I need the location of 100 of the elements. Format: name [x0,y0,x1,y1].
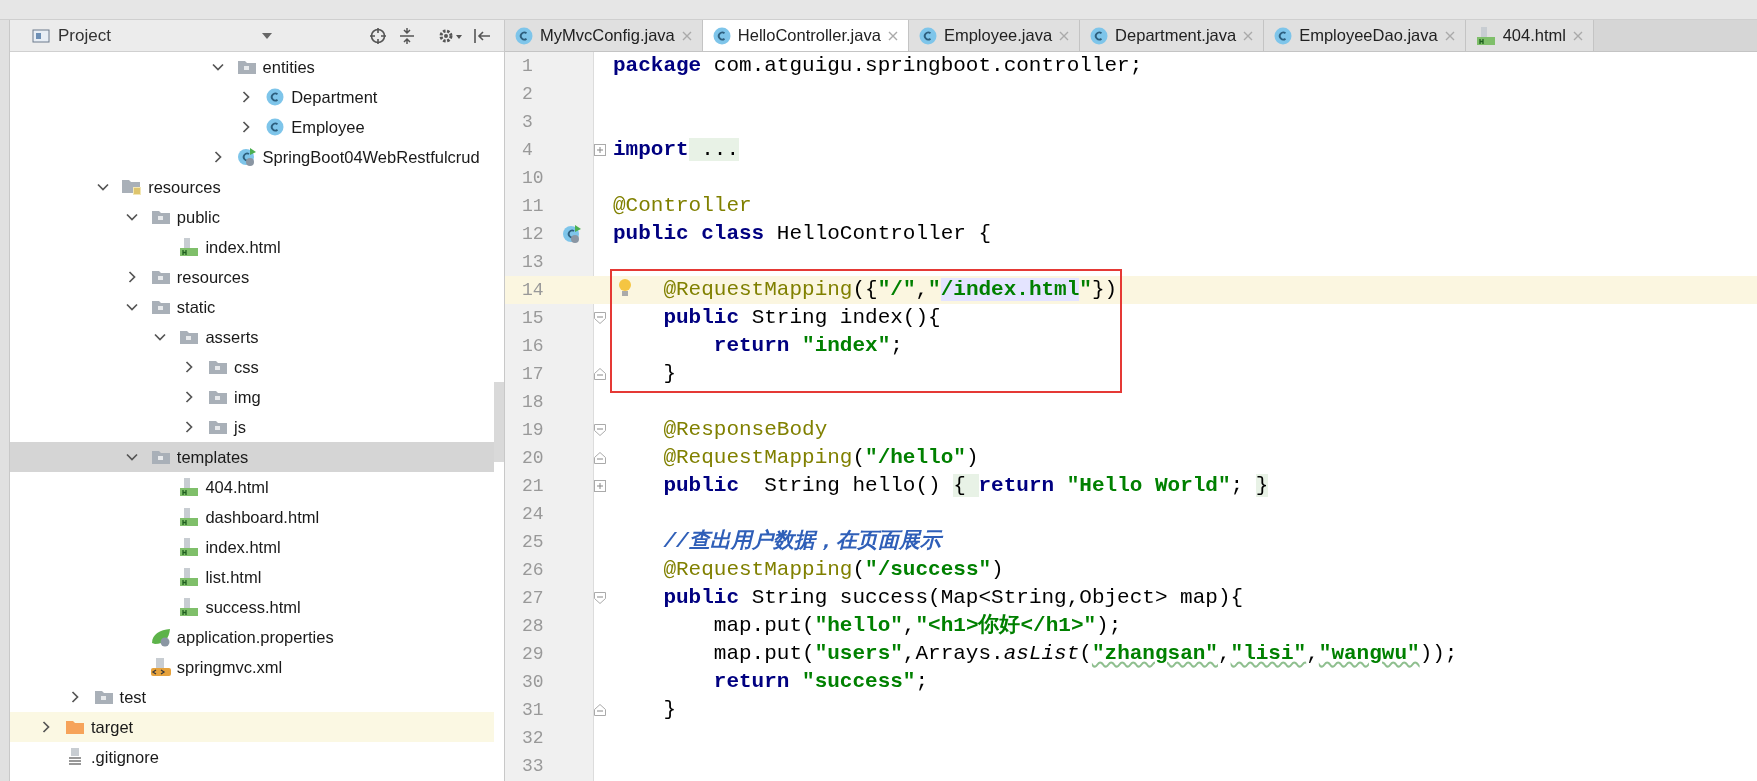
line-number: 14 [522,278,545,302]
tree-item[interactable]: list.html [10,562,494,592]
code-line: public String hello() { return "Hello World"; } [662,474,1269,498]
folder-icon [179,329,200,345]
code-line: return "success"; [712,670,929,694]
resource-folder-icon [121,178,144,196]
code-line: map.put("users",Arrays.asList("zhangsan","lisi","wangwu")); [712,642,1458,666]
line-number: 28 [522,614,545,638]
folder-icon [65,719,85,735]
tree-item[interactable]: springmvc.xml [10,652,494,682]
folder-icon [208,419,228,435]
editor-tab[interactable]: Employee.java [908,20,1081,51]
tree-item[interactable]: Employee [10,112,494,142]
code-line: @RequestMapping("/hello") [662,446,979,470]
code-line: map.put("hello","<h1>你好</h1>"); [712,614,1122,638]
xml-file-icon [149,657,172,677]
code-line: } [662,698,676,722]
class-icon [712,26,731,45]
tree-item[interactable]: index.html [10,532,494,562]
code-line: @Controller [613,194,752,218]
class-icon [1274,26,1293,45]
tree-item[interactable]: entities [10,52,494,82]
tree-item[interactable]: dashboard.html [10,502,494,532]
html-file-icon [179,537,200,557]
code-line: import ... [613,138,740,162]
class-icon [1090,26,1109,45]
line-number: 24 [522,502,545,526]
editor-tab[interactable]: Department.java [1080,20,1265,51]
tree-item[interactable]: success.html [10,592,494,622]
line-number: 12 [522,222,545,246]
text-file-icon [66,747,84,767]
line-number: 2 [522,82,534,106]
code-line: package com.atguigu.springboot.controller; [613,54,1143,78]
folder-icon [150,449,171,465]
class-icon [266,118,285,136]
line-number: 25 [522,530,545,554]
tree-item[interactable]: resources [10,172,494,202]
folder-icon [208,359,228,375]
code-line: public String success(Map<String,Object> map){ [662,586,1244,610]
folder-icon [208,389,228,405]
line-number: 19 [522,418,545,442]
scrollbar-thumb[interactable] [494,382,504,462]
html-file-icon [179,507,200,527]
tree-item[interactable]: 404.html [10,472,494,502]
tree-item[interactable]: js [10,412,494,442]
locate-icon[interactable] [368,26,387,45]
editor-tab[interactable]: HelloController.java [702,20,909,51]
line-number: 1 [522,54,534,78]
html-file-icon [179,597,200,617]
folder-icon [150,299,171,315]
folder-icon [236,59,257,75]
tree-item[interactable]: .gitignore [10,742,494,772]
code-line: } [662,362,676,386]
editor-tab[interactable]: MyMvcConfig.java [505,20,703,51]
tree-item[interactable]: index.html [10,232,494,262]
hide-panel-icon[interactable] [472,27,491,44]
code-line: public class HelloController { [613,222,992,246]
tree-item[interactable]: SpringBoot04WebRestfulcrud [10,142,494,172]
line-number: 15 [522,306,545,330]
tree-item[interactable]: test [10,682,494,712]
tree-item[interactable]: img [10,382,494,412]
line-number: 11 [522,194,545,218]
html-file-icon [179,237,200,257]
line-number: 27 [522,586,545,610]
line-number: 30 [522,670,545,694]
editor-tab[interactable]: EmployeeDao.java [1264,20,1466,51]
code-line: @RequestMapping("/success") [662,558,1004,582]
line-number: 17 [522,362,545,386]
spring-class-icon [236,147,257,167]
html-file-icon [1475,25,1496,46]
line-number: 10 [522,166,545,190]
html-file-icon [179,477,200,497]
html-file-icon [179,567,200,587]
tree-item[interactable]: Department [10,82,494,112]
project-icon [32,27,50,44]
line-number: 13 [522,250,545,274]
folder-icon [150,209,171,225]
tree-item[interactable]: asserts [10,322,494,352]
class-icon [266,88,285,106]
line-number: 26 [522,558,545,582]
code-line: return "index"; [712,334,903,358]
panel-title: Project [58,24,111,47]
tree-item[interactable]: resources [10,262,494,292]
editor-tab[interactable]: 404.html [1465,20,1594,51]
line-number: 3 [522,110,534,134]
dropdown-caret-icon[interactable] [260,31,273,40]
tree-item[interactable]: templates [10,442,494,472]
tree-item[interactable]: target [10,712,494,742]
line-number: 31 [522,698,545,722]
code-line: @ResponseBody [662,418,828,442]
tree-item[interactable]: css [10,352,494,382]
tree-item[interactable]: application.properties [10,622,494,652]
code-line: @RequestMapping({"/","/index.html"}) [662,278,1118,302]
tree-item[interactable]: static [10,292,494,322]
tree-item[interactable]: public [10,202,494,232]
line-number: 4 [522,138,534,162]
collapse-all-icon[interactable] [398,26,415,45]
leaf-file-icon [149,627,172,647]
line-number: 29 [522,642,545,666]
spring-class-icon [562,224,582,244]
